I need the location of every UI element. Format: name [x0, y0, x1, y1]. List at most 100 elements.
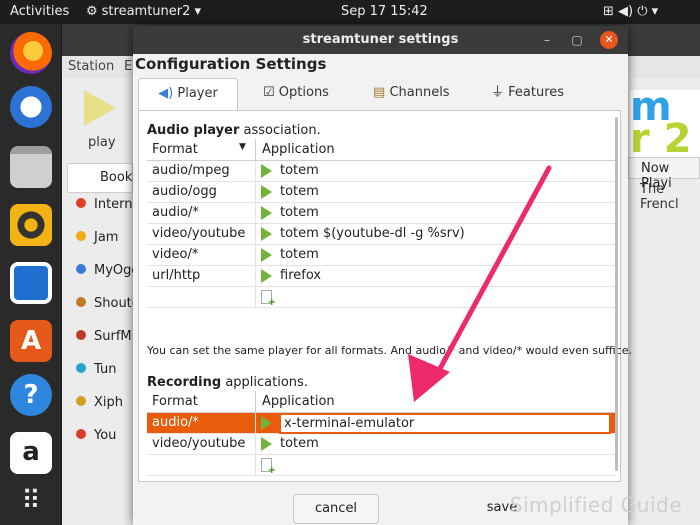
- app-menu[interactable]: ⚙ streamtuner2 ▾: [86, 4, 201, 19]
- row-application: totem: [280, 247, 319, 262]
- row-divider: [255, 182, 256, 203]
- firefox-icon[interactable]: [10, 32, 52, 74]
- table-row[interactable]: url/http firefox: [147, 266, 615, 287]
- amazon-icon[interactable]: a: [10, 432, 52, 474]
- cancel-button[interactable]: cancel: [293, 494, 379, 524]
- radio-icon: ▤: [373, 85, 386, 100]
- table-row[interactable]: video/youtube totem $(youtube-dl -g %srv): [147, 224, 615, 245]
- table-row[interactable]: [147, 287, 615, 308]
- play-icon: [261, 227, 272, 241]
- row-divider: [255, 455, 256, 476]
- col-format[interactable]: Format: [152, 142, 198, 157]
- thunderbird-icon[interactable]: [10, 86, 52, 128]
- row-divider: [255, 245, 256, 266]
- row-divider: [255, 161, 256, 182]
- streamtuner-logo: m r 2: [630, 84, 700, 162]
- menu-station[interactable]: Station: [68, 59, 114, 74]
- play-icon: [261, 185, 272, 199]
- play-icon: [261, 248, 272, 262]
- files-icon[interactable]: [10, 146, 52, 188]
- tab-options[interactable]: ☑ Options: [255, 78, 337, 110]
- channel-item[interactable]: Xiph: [76, 395, 123, 410]
- settings-dialog: streamtuner settings – ▢ ✕ Configuration…: [133, 26, 632, 525]
- channel-label: SurfM: [94, 329, 132, 344]
- tab-player[interactable]: ◀) Player: [138, 78, 238, 112]
- row-format: url/http: [152, 268, 201, 283]
- col-format[interactable]: Format: [152, 394, 198, 409]
- minimize-icon[interactable]: –: [540, 33, 554, 47]
- bookmarks-tab[interactable]: Bookm: [67, 163, 145, 193]
- channel-label: You: [94, 428, 117, 443]
- rhythmbox-icon[interactable]: [10, 204, 52, 246]
- table-row[interactable]: audio/* totem: [147, 203, 615, 224]
- row-divider: [255, 287, 256, 308]
- table-row[interactable]: video/youtube totem: [147, 434, 615, 455]
- channel-item[interactable]: SurfM: [76, 329, 132, 344]
- plug-icon: ⏚: [491, 85, 505, 100]
- col-application[interactable]: Application: [262, 142, 335, 157]
- dialog-heading: Configuration Settings: [135, 55, 327, 73]
- channel-item[interactable]: Jam: [76, 230, 118, 245]
- channel-item[interactable]: Tun: [76, 362, 116, 377]
- now-playing-header[interactable]: Now Playi: [628, 157, 700, 191]
- col-divider: [255, 139, 256, 161]
- channel-icon: [76, 198, 86, 208]
- channel-icon: [76, 264, 86, 274]
- table-row[interactable]: audio/mpeg totem: [147, 161, 615, 182]
- row-divider: [255, 413, 256, 434]
- tab-player-label: Player: [177, 86, 218, 101]
- speaker-icon: ◀): [158, 86, 174, 101]
- tab-channels-label: Channels: [389, 85, 450, 100]
- checkbox-icon: ☑: [263, 85, 275, 100]
- col-application[interactable]: Application: [262, 394, 335, 409]
- row-divider: [255, 434, 256, 455]
- channel-icon: [76, 330, 86, 340]
- row-format: audio/ogg: [152, 184, 217, 199]
- recording-section-label: Recording applications.: [147, 375, 308, 390]
- player-note: You can set the same player for all form…: [147, 344, 632, 357]
- col-divider: [255, 391, 256, 413]
- recording-section-rest: applications.: [221, 375, 308, 390]
- player-table-header[interactable]: Format ▼ Application: [147, 139, 615, 161]
- channel-item[interactable]: Interne: [76, 197, 141, 212]
- play-icon[interactable]: [84, 90, 116, 126]
- add-row-icon[interactable]: [261, 458, 276, 476]
- activities-button[interactable]: Activities: [10, 4, 69, 19]
- play-icon: [261, 269, 272, 283]
- table-row[interactable]: audio/* x-terminal-emulator: [147, 413, 615, 434]
- clock[interactable]: Sep 17 15:42: [341, 4, 428, 19]
- add-row-icon[interactable]: [261, 290, 276, 308]
- row-format: video/youtube: [152, 436, 246, 451]
- now-playing-value: The Frencl: [640, 182, 679, 212]
- play-icon: [261, 437, 272, 451]
- tab-features[interactable]: ⏚ Features: [483, 78, 572, 110]
- application-edit-field[interactable]: x-terminal-emulator: [279, 413, 611, 434]
- table-row[interactable]: audio/ogg totem: [147, 182, 615, 203]
- row-format: audio/mpeg: [152, 163, 230, 178]
- channel-item[interactable]: You: [76, 428, 116, 443]
- channel-icon: [76, 363, 86, 373]
- scrollbar[interactable]: [615, 117, 618, 471]
- menu-edit[interactable]: E: [124, 59, 132, 74]
- row-application: totem: [280, 205, 319, 220]
- tab-options-label: Options: [278, 85, 329, 100]
- recording-table-header[interactable]: Format Application: [147, 391, 615, 413]
- software-icon[interactable]: A: [10, 320, 52, 362]
- channel-icon: [76, 396, 86, 406]
- help-icon[interactable]: ?: [10, 374, 52, 416]
- close-icon[interactable]: ✕: [600, 31, 618, 49]
- row-application: totem: [280, 436, 319, 451]
- dock: A ? a ⠿: [0, 24, 62, 525]
- maximize-icon[interactable]: ▢: [570, 33, 584, 47]
- tab-channels[interactable]: ▤ Channels: [365, 78, 458, 110]
- channel-item[interactable]: MyOgg: [76, 263, 140, 278]
- channel-icon: [76, 297, 86, 307]
- apps-grid-icon[interactable]: ⠿: [10, 480, 52, 522]
- tab-features-label: Features: [508, 85, 565, 100]
- system-menu[interactable]: ⊞ ◀) ⏻ ▾: [603, 4, 658, 19]
- channel-label: Xiph: [94, 395, 124, 410]
- channel-icon: [76, 429, 86, 439]
- table-row[interactable]: video/* totem: [147, 245, 615, 266]
- writer-icon[interactable]: [10, 262, 52, 304]
- table-row[interactable]: [147, 455, 615, 476]
